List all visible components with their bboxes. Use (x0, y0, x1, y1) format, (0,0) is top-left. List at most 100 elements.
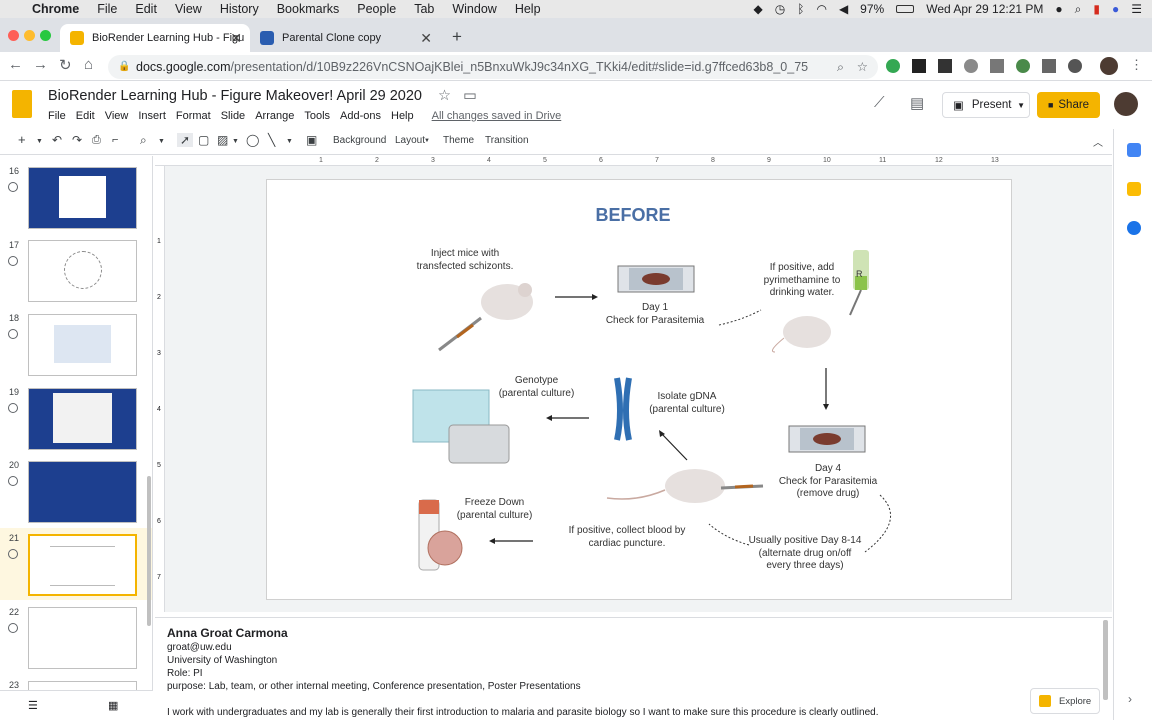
slide-thumbnail-17[interactable] (28, 240, 137, 302)
menu-help[interactable]: Help (515, 2, 541, 16)
layout-button[interactable]: Layout (395, 135, 425, 146)
menu-file[interactable]: File (97, 2, 117, 16)
keep-icon[interactable] (1127, 182, 1141, 196)
calendar-icon[interactable] (1127, 143, 1141, 157)
slides-logo-icon[interactable] (12, 90, 32, 118)
docs-menu-file[interactable]: File (48, 110, 66, 122)
wifi-icon[interactable]: ◠ (816, 2, 826, 16)
speaker-notes-icon[interactable] (8, 623, 18, 633)
time-machine-icon[interactable]: ◷ (775, 2, 785, 16)
slide-thumbnail-21[interactable] (28, 534, 137, 596)
extension-icon[interactable] (938, 59, 952, 73)
grid-view-icon[interactable]: ▦ (108, 699, 118, 712)
chevron-down-icon[interactable]: ▼ (286, 138, 293, 145)
chevron-down-icon[interactable]: ▼ (1017, 101, 1025, 110)
home-icon[interactable]: ⌂ (84, 56, 93, 73)
docs-menu-tools[interactable]: Tools (304, 110, 330, 122)
background-button[interactable]: Background (333, 135, 386, 146)
menu-window[interactable]: Window (452, 2, 496, 16)
bluetooth-icon[interactable]: ᛒ (797, 2, 804, 16)
speaker-notes-icon[interactable] (8, 476, 18, 486)
slide-thumbnail-22[interactable] (28, 607, 137, 669)
explore-button[interactable]: Explore (1030, 688, 1100, 714)
redo-icon[interactable]: ↷ (72, 133, 82, 147)
line-icon[interactable]: ╲ (268, 133, 275, 147)
forward-icon[interactable]: → (33, 56, 48, 73)
zoom-icon[interactable]: ⌕ (837, 55, 844, 79)
transition-button[interactable]: Transition (485, 135, 529, 146)
label-inject[interactable]: Inject mice with transfected schizonts. (405, 248, 525, 273)
zoom-icon[interactable]: ⌕ (140, 133, 147, 148)
back-icon[interactable]: ← (8, 56, 23, 73)
tab-parental-clone[interactable]: Parental Clone copy ✕ (250, 24, 440, 52)
filmstrip-scrollbar[interactable] (147, 476, 151, 626)
comments-icon[interactable]: ▤ (910, 94, 924, 112)
slide-thumbnail-18[interactable] (28, 314, 137, 376)
document-title-text[interactable]: BioRender Learning Hub - Figure Makeover… (48, 88, 422, 104)
menu-people[interactable]: People (357, 2, 396, 16)
label-if-positive[interactable]: If positive, add pyrimethamine to drinki… (747, 262, 857, 300)
avatar[interactable] (1114, 92, 1138, 116)
label-day4[interactable]: Day 4 Check for Parasitemia (remove drug… (763, 463, 893, 501)
spotlight-icon[interactable]: ⌕ (1075, 2, 1082, 17)
folder-icon[interactable]: ▭ (463, 88, 477, 104)
chevron-up-icon[interactable]: ︿ (1093, 134, 1103, 149)
speaker-notes-icon[interactable] (8, 256, 18, 266)
close-window-button[interactable] (8, 30, 19, 41)
app-menu-chrome[interactable]: Chrome (32, 2, 79, 16)
docs-menu-slide[interactable]: Slide (221, 110, 245, 122)
label-collect[interactable]: If positive, collect blood by cardiac pu… (557, 525, 697, 550)
chevron-right-icon[interactable]: › (1128, 692, 1132, 706)
docs-menu-help[interactable]: Help (391, 110, 414, 122)
reload-icon[interactable]: ↻ (59, 56, 72, 74)
slide-canvas[interactable]: BEFORE Inject mice with transfected schi… (266, 179, 1012, 600)
close-icon[interactable]: ✕ (420, 30, 432, 47)
docs-menu-edit[interactable]: Edit (76, 110, 95, 122)
slide-thumbnail-23[interactable] (28, 681, 137, 690)
present-button[interactable]: ▣ Present ▼ (942, 92, 1030, 118)
speaker-notes-icon[interactable] (8, 329, 18, 339)
docs-menu-insert[interactable]: Insert (138, 110, 166, 122)
extension-icon[interactable] (886, 59, 900, 73)
battery-icon[interactable] (896, 5, 915, 13)
chevron-down-icon[interactable]: ▼ (232, 138, 239, 145)
clock[interactable]: Wed Apr 29 12:21 PM (926, 2, 1043, 16)
speaker-notes-icon[interactable] (8, 549, 18, 559)
menu-bookmarks[interactable]: Bookmarks (277, 2, 340, 16)
paint-format-icon[interactable]: ⌐ (112, 134, 118, 146)
speaker-notes-icon[interactable] (8, 182, 18, 192)
shape-icon[interactable]: ◯ (246, 133, 259, 147)
extension-icon[interactable] (990, 59, 1004, 73)
label-genotype[interactable]: Genotype (parental culture) (489, 375, 584, 400)
close-icon[interactable]: ✕ (230, 30, 242, 47)
share-button[interactable]: ■ Share (1037, 92, 1100, 118)
extension-icon[interactable] (912, 59, 926, 73)
flag-icon[interactable]: ▮ (1093, 2, 1100, 16)
horizontal-ruler[interactable]: 1 2 3 4 5 6 7 8 9 10 11 12 13 (155, 156, 1112, 166)
user-icon[interactable]: ● (1055, 2, 1062, 16)
star-icon[interactable]: ☆ (438, 88, 451, 104)
new-tab-button[interactable]: + (452, 27, 462, 47)
zoom-window-button[interactable] (40, 30, 51, 41)
document-title[interactable]: BioRender Learning Hub - Figure Makeover… (48, 88, 477, 104)
dropbox-icon[interactable]: ◆ (754, 2, 763, 16)
chrome-menu-icon[interactable]: ⋮ (1130, 57, 1143, 73)
slide-thumbnail-19[interactable] (28, 388, 137, 450)
tasks-icon[interactable] (1127, 221, 1141, 235)
image-icon[interactable]: ▨ (217, 133, 228, 147)
extension-icon[interactable] (964, 59, 978, 73)
siri-icon[interactable]: ● (1112, 2, 1119, 16)
save-status[interactable]: All changes saved in Drive (432, 110, 562, 122)
select-icon[interactable]: ➚ (177, 133, 194, 147)
battery-text[interactable]: 97% (860, 2, 884, 16)
volume-icon[interactable]: ◀ (839, 2, 848, 16)
slide-thumbnail-20[interactable] (28, 461, 137, 523)
chevron-down-icon[interactable]: ▼ (424, 138, 430, 144)
menu-view[interactable]: View (175, 2, 202, 16)
theme-button[interactable]: Theme (443, 135, 474, 146)
docs-menu-view[interactable]: View (105, 110, 129, 122)
new-slide-icon[interactable]: + (18, 132, 26, 147)
slide-heading[interactable]: BEFORE (577, 204, 689, 226)
chevron-down-icon[interactable]: ▼ (36, 138, 43, 145)
docs-menu-addons[interactable]: Add-ons (340, 110, 381, 122)
